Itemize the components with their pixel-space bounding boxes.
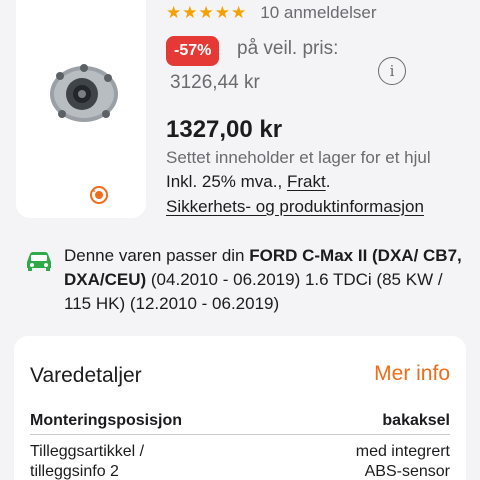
vat-row: Inkl. 25% mva., Frakt. (166, 172, 330, 192)
row-value: med integrert ABS-sensor (355, 443, 450, 480)
star-icon: ★ (198, 3, 214, 22)
rating-row[interactable]: ★ ★ ★ ★ ★ 10 anmeldelser (166, 2, 377, 24)
wheel-hub-image[interactable] (42, 52, 122, 132)
rotate-360-icon[interactable] (88, 184, 110, 206)
star-icon: ★ (182, 3, 198, 22)
reference-price-label: på veil. pris: (237, 38, 339, 59)
star-icon: ★ (231, 3, 247, 22)
price: 1327,00 kr (166, 116, 283, 143)
fit-prefix: Denne varen passer din (64, 246, 250, 265)
kit-note: Settet inneholder et lager for et hjul (166, 148, 431, 167)
shipping-link[interactable]: Frakt (287, 172, 326, 191)
details-card: Varedetaljer Mer info Monteringsposisjon… (14, 336, 466, 480)
table-row: Tilleggsartikkel / tilleggsinfo 2 med in… (30, 442, 450, 480)
row-value: bakaksel (382, 412, 450, 429)
product-image-card[interactable] (16, 0, 146, 218)
discount-badge: -57% (166, 36, 220, 66)
vat-suffix: . (325, 172, 331, 191)
star-rating: ★ ★ ★ ★ ★ (166, 3, 246, 23)
reference-price: 3126,44 kr (170, 72, 260, 93)
review-count[interactable]: 10 anmeldelser (260, 3, 376, 23)
car-check-icon (24, 248, 54, 272)
safety-info-link[interactable]: Sikkerhets- og produktinformasjon (166, 197, 424, 217)
details-title: Varedetaljer (30, 364, 142, 387)
star-icon: ★ (166, 3, 182, 22)
vehicle-fit-message: Denne varen passer din FORD C-Max II (DX… (64, 244, 470, 316)
row-label: Tilleggsartikkel / tilleggsinfo 2 (30, 443, 145, 480)
row-label: Monteringsposisjon (30, 412, 182, 429)
more-info-link[interactable]: Mer info (374, 362, 450, 386)
divider (30, 434, 450, 435)
star-icon: ★ (214, 3, 230, 22)
product-page: ★ ★ ★ ★ ★ 10 anmeldelser -57% på veil. p… (0, 0, 480, 480)
info-icon[interactable]: i (378, 57, 406, 85)
vat-text: Inkl. 25% mva., (166, 172, 283, 191)
table-row: Monteringsposisjon bakaksel (30, 412, 450, 430)
